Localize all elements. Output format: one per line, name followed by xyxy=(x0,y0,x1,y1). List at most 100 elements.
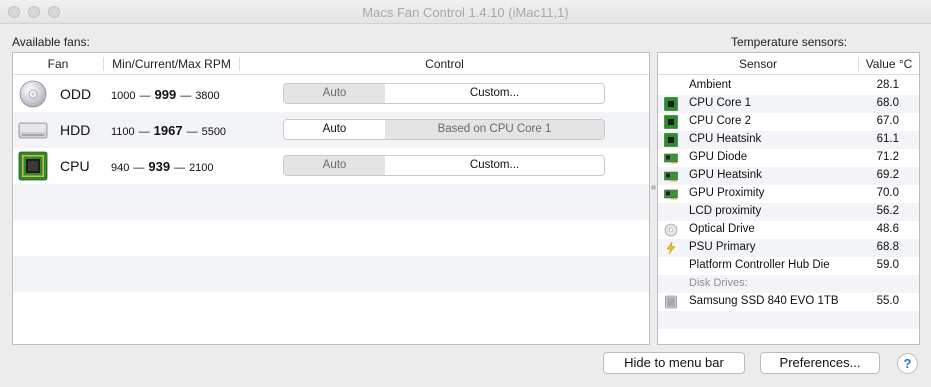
rpm-current: 939 xyxy=(148,159,171,174)
column-header-control[interactable]: Control xyxy=(240,57,649,71)
gpu-card-icon xyxy=(664,171,678,182)
sensor-value: 55.0 xyxy=(876,295,899,307)
sensor-row[interactable]: CPU Heatsink 61.1 xyxy=(658,131,919,149)
window-title: Macs Fan Control 1.4.10 (iMac11,1) xyxy=(362,5,569,20)
column-header-fan[interactable]: Fan xyxy=(13,57,103,71)
sensor-name: Samsung SSD 840 EVO 1TB xyxy=(689,295,839,307)
rpm-dash: — xyxy=(174,162,186,174)
sensor-value: 61.1 xyxy=(876,133,899,145)
ssd-icon xyxy=(665,295,677,309)
hide-to-menu-bar-button[interactable]: Hide to menu bar xyxy=(603,352,745,374)
fan-row-odd[interactable]: ODD 1000—999—3800 Auto Custom... xyxy=(13,76,649,112)
rpm-min: 1000 xyxy=(111,90,136,102)
fan-name: ODD xyxy=(60,86,92,102)
cpu-chip-icon xyxy=(18,151,48,181)
sensor-value: 68.8 xyxy=(876,241,899,253)
sensor-value: 71.2 xyxy=(876,151,899,163)
sensor-name: LCD proximity xyxy=(689,205,762,217)
column-header-rpm[interactable]: Min/Current/Max RPM xyxy=(104,57,239,71)
custom-button[interactable]: Custom... xyxy=(385,84,604,103)
rpm-dash: — xyxy=(186,126,198,138)
optical-drive-icon xyxy=(19,80,47,108)
rpm-max: 2100 xyxy=(189,162,214,174)
title-bar: Macs Fan Control 1.4.10 (iMac11,1) xyxy=(0,0,931,24)
sensor-based-button[interactable]: Based on CPU Core 1 xyxy=(385,120,604,139)
sensor-row[interactable]: CPU Core 1 68.0 xyxy=(658,95,919,113)
fan-row-hdd[interactable]: HDD 1100—1967—5500 Auto Based on CPU Cor… xyxy=(13,112,649,148)
fan-control-segmented: Auto Custom... xyxy=(283,83,605,104)
fan-name: HDD xyxy=(60,122,91,138)
sensor-row[interactable]: Ambient 28.1 xyxy=(658,77,919,95)
auto-button[interactable]: Auto xyxy=(284,156,385,175)
fans-table: Fan Min/Current/Max RPM Control ODD 1000… xyxy=(12,52,650,345)
rpm-dash: — xyxy=(138,126,150,138)
column-header-value[interactable]: Value °C xyxy=(859,57,919,71)
sensor-name: Ambient xyxy=(689,79,732,91)
sensors-table: Sensor Value °C Ambient 28.1 CPU Core 1 … xyxy=(657,52,920,345)
rpm-min: 940 xyxy=(111,162,130,174)
sensor-name: Optical Drive xyxy=(689,223,755,235)
rpm-dash: — xyxy=(133,162,145,174)
empty-row xyxy=(13,292,649,328)
sensor-value: 69.2 xyxy=(876,169,899,181)
rpm-min: 1100 xyxy=(111,126,135,138)
fan-row-cpu[interactable]: CPU 940—939—2100 Auto Custom... xyxy=(13,148,649,184)
gpu-card-icon xyxy=(664,189,678,200)
help-button[interactable]: ? xyxy=(897,353,918,374)
sensor-value: 56.2 xyxy=(876,205,899,217)
sensor-value: 48.6 xyxy=(876,223,899,235)
rpm-max: 3800 xyxy=(195,90,220,102)
sensor-value: 28.1 xyxy=(876,79,899,91)
empty-row xyxy=(13,256,649,292)
sensor-name: CPU Core 2 xyxy=(689,115,751,127)
gpu-card-icon xyxy=(664,153,678,164)
temperature-sensors-label: Temperature sensors: xyxy=(731,35,848,49)
sensor-name: CPU Heatsink xyxy=(689,133,762,145)
column-header-sensor[interactable]: Sensor xyxy=(658,57,858,71)
available-fans-label: Available fans: xyxy=(12,35,90,49)
split-view-divider-handle[interactable] xyxy=(651,185,656,190)
lightning-icon xyxy=(666,241,676,255)
sensor-value: 68.0 xyxy=(876,97,899,109)
sensor-name: GPU Proximity xyxy=(689,187,765,199)
sensor-name: CPU Core 1 xyxy=(689,97,751,109)
sensor-value: 59.0 xyxy=(876,259,899,271)
group-label: Disk Drives: xyxy=(689,277,748,289)
sensor-row[interactable]: Platform Controller Hub Die 59.0 xyxy=(658,257,919,275)
fans-table-header: Fan Min/Current/Max RPM Control xyxy=(13,53,649,75)
sensor-row[interactable]: CPU Core 2 67.0 xyxy=(658,113,919,131)
cpu-chip-icon xyxy=(664,97,678,111)
sensor-value: 70.0 xyxy=(876,187,899,199)
sensor-row[interactable]: LCD proximity 56.2 xyxy=(658,203,919,221)
sensor-name: GPU Heatsink xyxy=(689,169,762,181)
hard-drive-icon xyxy=(18,122,48,139)
sensor-row[interactable]: GPU Proximity 70.0 xyxy=(658,185,919,203)
sensor-row[interactable]: Optical Drive 48.6 xyxy=(658,221,919,239)
sensor-name: GPU Diode xyxy=(689,151,748,163)
rpm-dash: — xyxy=(180,90,192,102)
fan-rpm: 1000—999—3800 xyxy=(111,87,220,102)
disk-drives-group-header: Disk Drives: xyxy=(658,275,919,293)
empty-row xyxy=(658,311,919,329)
auto-button[interactable]: Auto xyxy=(284,84,385,103)
optical-drive-icon xyxy=(664,223,678,237)
sensor-row[interactable]: GPU Diode 71.2 xyxy=(658,149,919,167)
cpu-chip-icon xyxy=(664,133,678,147)
rpm-current: 1967 xyxy=(153,123,183,138)
cpu-chip-icon xyxy=(664,115,678,129)
empty-row xyxy=(13,220,649,256)
fan-control-segmented: Auto Custom... xyxy=(283,155,605,176)
sensor-value: 67.0 xyxy=(876,115,899,127)
sensor-row[interactable]: GPU Heatsink 69.2 xyxy=(658,167,919,185)
empty-row xyxy=(13,184,649,220)
rpm-dash: — xyxy=(139,90,151,102)
sensor-row[interactable]: PSU Primary 68.8 xyxy=(658,239,919,257)
custom-button[interactable]: Custom... xyxy=(385,156,604,175)
fan-control-segmented: Auto Based on CPU Core 1 xyxy=(283,119,605,140)
sensor-name: Platform Controller Hub Die xyxy=(689,259,830,271)
fan-rpm: 1100—1967—5500 xyxy=(111,123,226,138)
sensor-row[interactable]: Samsung SSD 840 EVO 1TB 55.0 xyxy=(658,293,919,311)
auto-button[interactable]: Auto xyxy=(284,120,385,139)
fan-name: CPU xyxy=(60,158,90,174)
preferences-button[interactable]: Preferences... xyxy=(760,352,880,374)
